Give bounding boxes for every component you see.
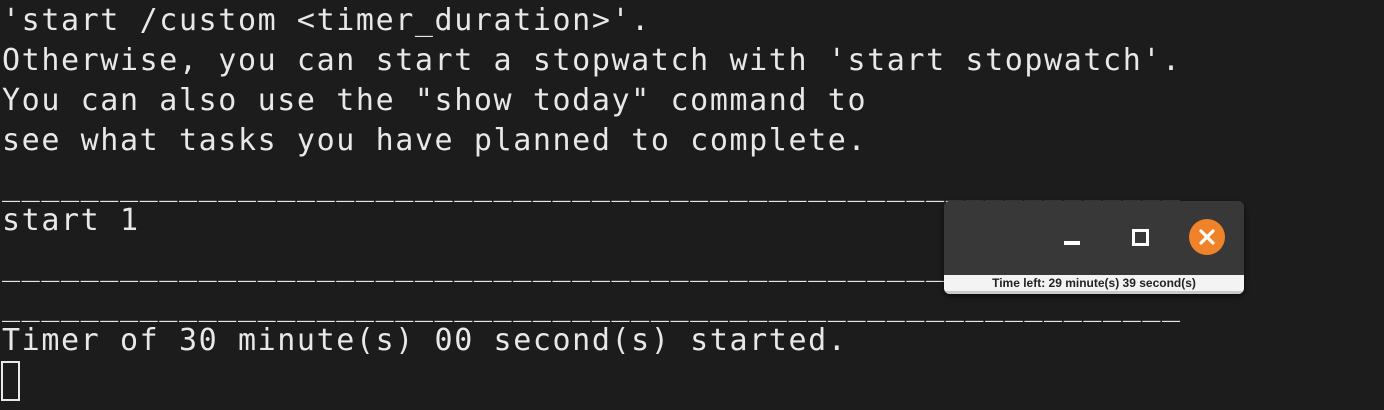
time-left-label: Time left: 29 minute(s) 39 second(s) <box>992 276 1196 290</box>
timer-status-strip: Time left: 29 minute(s) 39 second(s) <box>944 275 1244 294</box>
separator-line-1: ________________________________________… <box>2 168 1182 203</box>
terminal-line-1: 'start /custom <timer_duration>'. <box>2 3 651 38</box>
terminal-line-4: see what tasks you have planned to compl… <box>2 123 868 158</box>
minimize-icon <box>1064 241 1080 245</box>
close-button[interactable] <box>1189 219 1225 255</box>
maximize-button[interactable] <box>1122 219 1158 255</box>
timer-window[interactable]: Time left: 29 minute(s) 39 second(s) <box>944 201 1244 294</box>
timer-titlebar[interactable] <box>944 201 1244 275</box>
terminal-line-timer-started: Timer of 30 minute(s) 00 second(s) start… <box>2 323 848 358</box>
close-icon <box>1199 229 1215 245</box>
text-cursor[interactable] <box>1 361 20 401</box>
maximize-icon <box>1131 228 1149 246</box>
terminal-line-3: You can also use the "show today" comman… <box>2 83 868 118</box>
terminal-line-2: Otherwise, you can start a stopwatch wit… <box>2 43 1182 78</box>
minimize-button[interactable] <box>1054 219 1090 255</box>
terminal-line-command: start 1 <box>2 203 140 238</box>
